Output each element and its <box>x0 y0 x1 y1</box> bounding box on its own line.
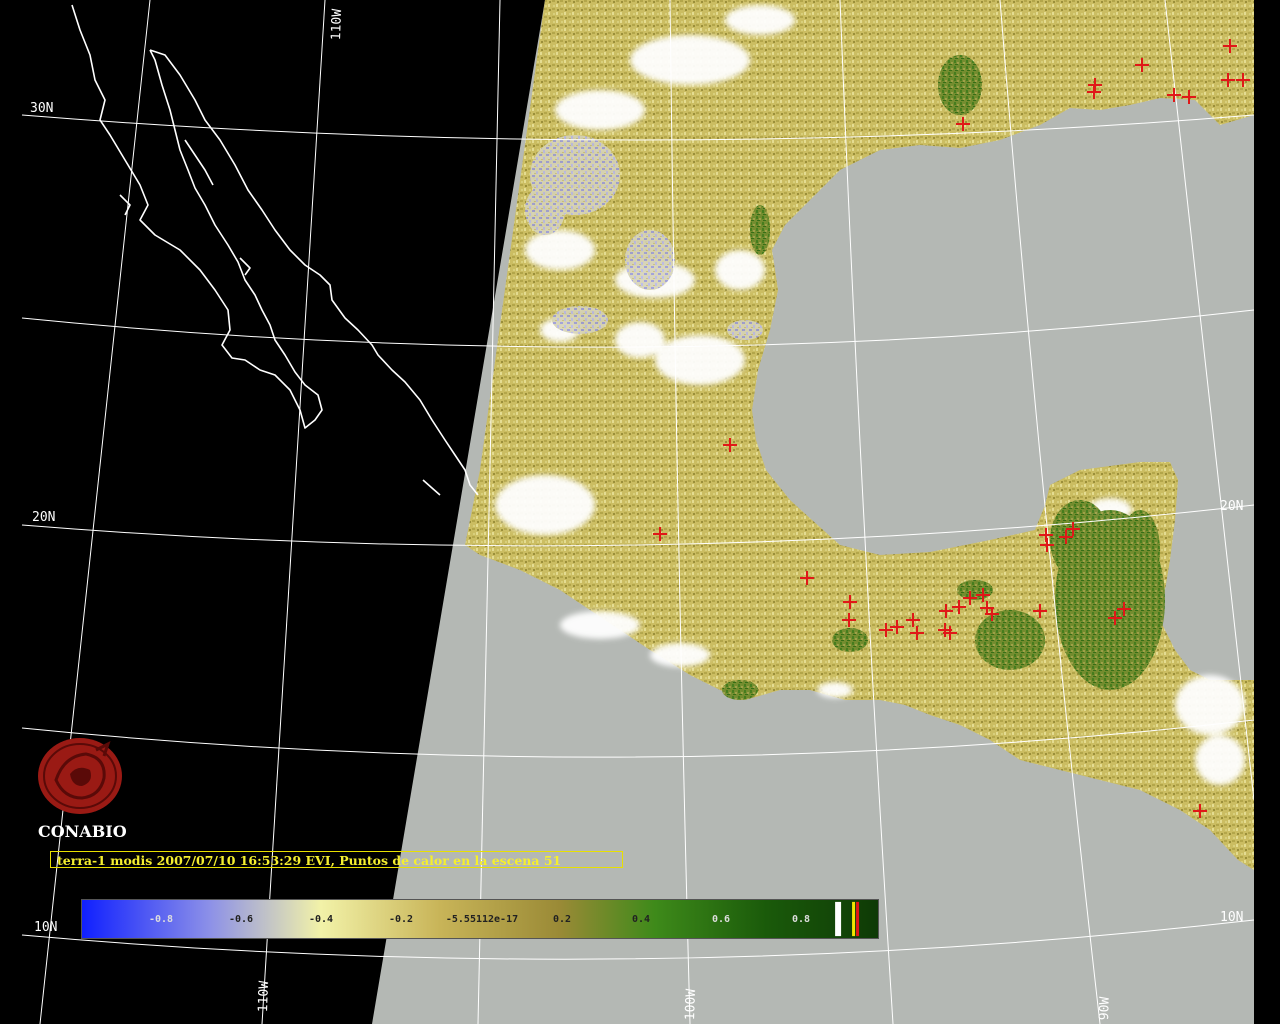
lat-label-20n-right: 20N <box>1220 499 1244 514</box>
legend-tick-label: -0.4 <box>308 914 334 925</box>
hotspot-cross-icon <box>939 604 953 618</box>
lon-label-110w-top: 110W <box>329 8 346 41</box>
hotspot-cross-icon <box>910 626 924 640</box>
hotspot-cross-icon <box>1033 604 1047 618</box>
lon-label-90w-bottom: 90W <box>1097 996 1113 1021</box>
legend-tick-label: 0.4 <box>631 914 651 925</box>
lat-label-20n-left: 20N <box>32 510 56 525</box>
hotspot-cross-icon <box>842 613 856 627</box>
hotspot-cross-icon <box>963 591 977 605</box>
hotspot-cross-icon <box>723 438 737 452</box>
scene-caption: terra-1 modis 2007/07/10 16:53:29 EVI, P… <box>50 851 623 868</box>
lon-label-100w-bottom: 100W <box>683 988 700 1021</box>
lat-label-10n-left: 10N <box>34 920 58 935</box>
hotspot-cross-icon <box>1182 90 1196 104</box>
legend-tick-label: 0.6 <box>711 914 731 925</box>
legend-tick-label: 0.8 <box>791 914 811 925</box>
lat-label-30n-left: 30N <box>30 101 54 116</box>
hotspot-cross-icon <box>1221 73 1235 87</box>
hotspot-cross-icon <box>800 571 814 585</box>
hotspot-cross-icon <box>843 595 857 609</box>
hotspot-cross-icon <box>890 620 904 634</box>
hotspot-cross-icon <box>653 527 667 541</box>
hotspot-cross-icon <box>1135 58 1149 72</box>
lat-label-10n-right: 10N <box>1220 910 1244 925</box>
evi-satellite-map <box>0 0 1280 1024</box>
hotspot-cross-icon <box>1236 73 1250 87</box>
legend-tick-label: 0.2 <box>552 914 572 925</box>
lon-label-110w-bottom: 110W <box>256 980 273 1013</box>
hotspot-cross-icon <box>1223 39 1237 53</box>
hotspot-cross-icon <box>1040 538 1054 552</box>
legend-tick-label: -0.6 <box>228 914 254 925</box>
hotspot-cross-icon <box>1117 602 1131 616</box>
hotspot-cross-icon <box>906 613 920 627</box>
hotspot-cross-icon <box>985 607 999 621</box>
legend-tick-label: -0.8 <box>148 914 174 925</box>
hotspot-cross-icon <box>1087 85 1101 99</box>
hotspot-cross-icon <box>943 626 957 640</box>
legend-tick-label: -0.2 <box>388 914 414 925</box>
hotspot-cross-icon <box>976 588 990 602</box>
hotspot-cross-icon <box>956 117 970 131</box>
hotspot-cross-icon <box>1167 88 1181 102</box>
hotspot-cross-icon <box>1066 522 1080 536</box>
hotspot-cross-icon <box>1193 804 1207 818</box>
organization-name: CONABIO <box>38 822 127 841</box>
evi-color-legend: -0.8 -0.6 -0.4 -0.2 -5.55112e-17 0.2 0.4 0.6 0.8 <box>81 899 879 939</box>
legend-tick-label: -5.55112e-17 <box>445 914 519 925</box>
conabio-logo-icon <box>38 738 122 814</box>
